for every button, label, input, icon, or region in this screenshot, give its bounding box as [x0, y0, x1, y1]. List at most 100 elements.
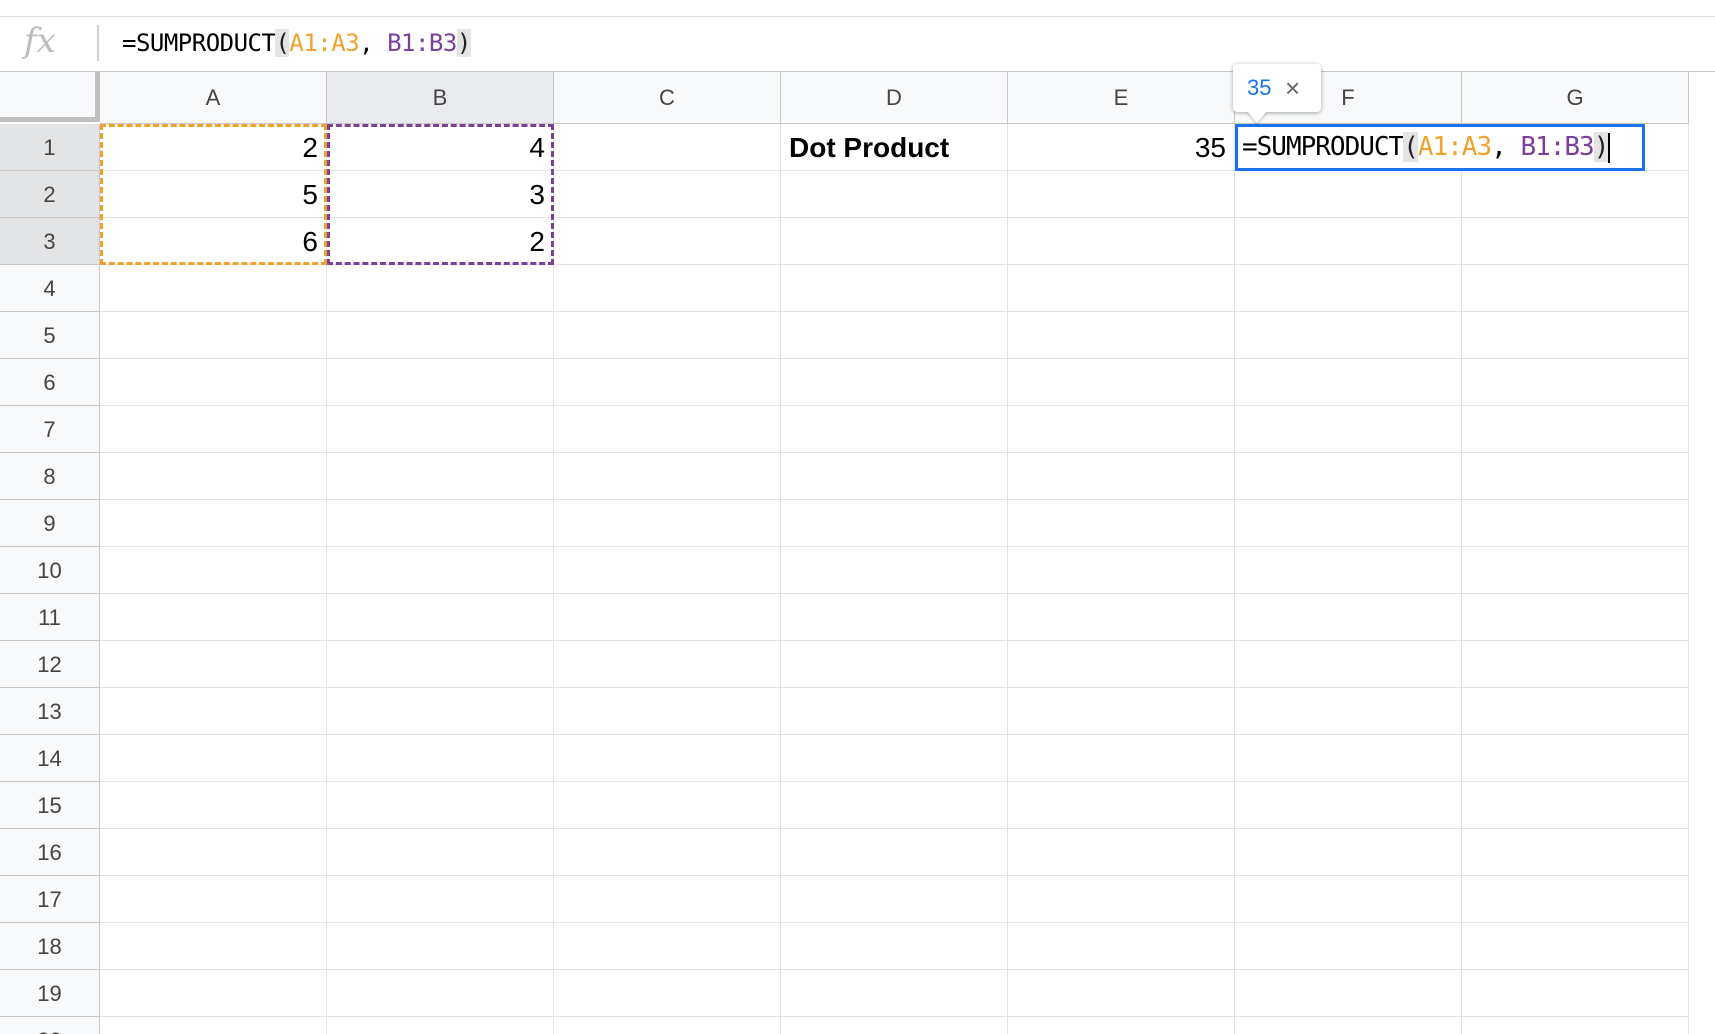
cell[interactable] [1008, 1017, 1235, 1034]
row-header-14[interactable]: 14 [0, 735, 100, 782]
cell[interactable] [554, 594, 781, 641]
cell[interactable] [100, 876, 327, 923]
cell[interactable] [1462, 547, 1689, 594]
cell[interactable] [1462, 923, 1689, 970]
cell[interactable] [327, 688, 554, 735]
cell-b3[interactable]: 2 [327, 218, 554, 265]
formula-input[interactable]: =SUMPRODUCT(A1:A3, B1:B3) [122, 25, 471, 61]
cell-e1[interactable]: 35 [1008, 124, 1235, 171]
cell[interactable] [100, 735, 327, 782]
cell[interactable] [781, 641, 1008, 688]
cell[interactable] [100, 406, 327, 453]
cell[interactable] [1235, 359, 1462, 406]
column-header-e[interactable]: E [1008, 72, 1235, 124]
cell-b1[interactable]: 4 [327, 124, 554, 171]
cell[interactable] [100, 970, 327, 1017]
cell[interactable] [327, 641, 554, 688]
cell[interactable] [100, 265, 327, 312]
cell[interactable] [1008, 500, 1235, 547]
column-header-c[interactable]: C [554, 72, 781, 124]
row-header-2[interactable]: 2 [0, 171, 100, 218]
cell[interactable] [554, 970, 781, 1017]
cell[interactable] [1008, 547, 1235, 594]
cell[interactable] [1008, 265, 1235, 312]
cell[interactable] [1235, 500, 1462, 547]
cell[interactable] [1235, 312, 1462, 359]
cell-a2[interactable]: 5 [100, 171, 327, 218]
cell[interactable] [781, 594, 1008, 641]
cell[interactable] [327, 547, 554, 594]
cell[interactable] [1235, 970, 1462, 1017]
column-header-d[interactable]: D [781, 72, 1008, 124]
cell[interactable] [327, 312, 554, 359]
cell[interactable] [1008, 218, 1235, 265]
cell[interactable] [554, 171, 781, 218]
column-header-a[interactable]: A [100, 72, 327, 124]
cell[interactable] [1235, 782, 1462, 829]
cell[interactable] [554, 782, 781, 829]
row-header-10[interactable]: 10 [0, 547, 100, 594]
row-header-12[interactable]: 12 [0, 641, 100, 688]
cell-editor-f1[interactable]: =SUMPRODUCT(A1:A3, B1:B3) [1235, 124, 1645, 171]
cell[interactable] [327, 265, 554, 312]
cell[interactable] [1008, 641, 1235, 688]
cell[interactable] [554, 688, 781, 735]
row-header-3[interactable]: 3 [0, 218, 100, 265]
cell[interactable] [554, 829, 781, 876]
cell[interactable] [554, 406, 781, 453]
cell[interactable] [100, 1017, 327, 1034]
cell[interactable] [554, 124, 781, 171]
cell[interactable] [554, 876, 781, 923]
cell[interactable] [1235, 688, 1462, 735]
cell[interactable] [1008, 359, 1235, 406]
cell[interactable] [554, 265, 781, 312]
cell[interactable] [781, 1017, 1008, 1034]
cell[interactable] [1462, 312, 1689, 359]
cell[interactable] [1462, 782, 1689, 829]
cell-a3[interactable]: 6 [100, 218, 327, 265]
cell[interactable] [1462, 641, 1689, 688]
cell[interactable] [1462, 970, 1689, 1017]
cell[interactable] [100, 829, 327, 876]
cell[interactable] [100, 641, 327, 688]
cell[interactable] [1462, 171, 1689, 218]
cell[interactable] [554, 1017, 781, 1034]
cell[interactable] [781, 453, 1008, 500]
cell[interactable] [1008, 594, 1235, 641]
cell[interactable] [781, 547, 1008, 594]
row-header-11[interactable]: 11 [0, 594, 100, 641]
select-all-corner[interactable] [0, 72, 100, 122]
row-header-6[interactable]: 6 [0, 359, 100, 406]
cell[interactable] [1462, 265, 1689, 312]
row-header-4[interactable]: 4 [0, 265, 100, 312]
cell[interactable] [327, 876, 554, 923]
cell[interactable] [1235, 406, 1462, 453]
column-header-g[interactable]: G [1462, 72, 1689, 124]
cell[interactable] [100, 782, 327, 829]
cell[interactable] [1462, 406, 1689, 453]
cell[interactable] [327, 735, 554, 782]
cell[interactable] [554, 453, 781, 500]
cell[interactable] [781, 735, 1008, 782]
cell[interactable] [1235, 829, 1462, 876]
cell[interactable] [1462, 594, 1689, 641]
cell[interactable] [1462, 359, 1689, 406]
cell[interactable] [781, 829, 1008, 876]
cell[interactable] [1235, 171, 1462, 218]
cell-b2[interactable]: 3 [327, 171, 554, 218]
row-header-17[interactable]: 17 [0, 876, 100, 923]
row-header-5[interactable]: 5 [0, 312, 100, 359]
cell[interactable] [1008, 406, 1235, 453]
cell[interactable] [327, 829, 554, 876]
cell[interactable] [554, 218, 781, 265]
cell[interactable] [1008, 312, 1235, 359]
cell[interactable] [100, 688, 327, 735]
cell[interactable] [1235, 641, 1462, 688]
cell[interactable] [327, 782, 554, 829]
cell[interactable] [327, 594, 554, 641]
cell[interactable] [781, 218, 1008, 265]
cell[interactable] [781, 876, 1008, 923]
cell[interactable] [1462, 1017, 1689, 1034]
row-header-8[interactable]: 8 [0, 453, 100, 500]
cell[interactable] [1235, 218, 1462, 265]
